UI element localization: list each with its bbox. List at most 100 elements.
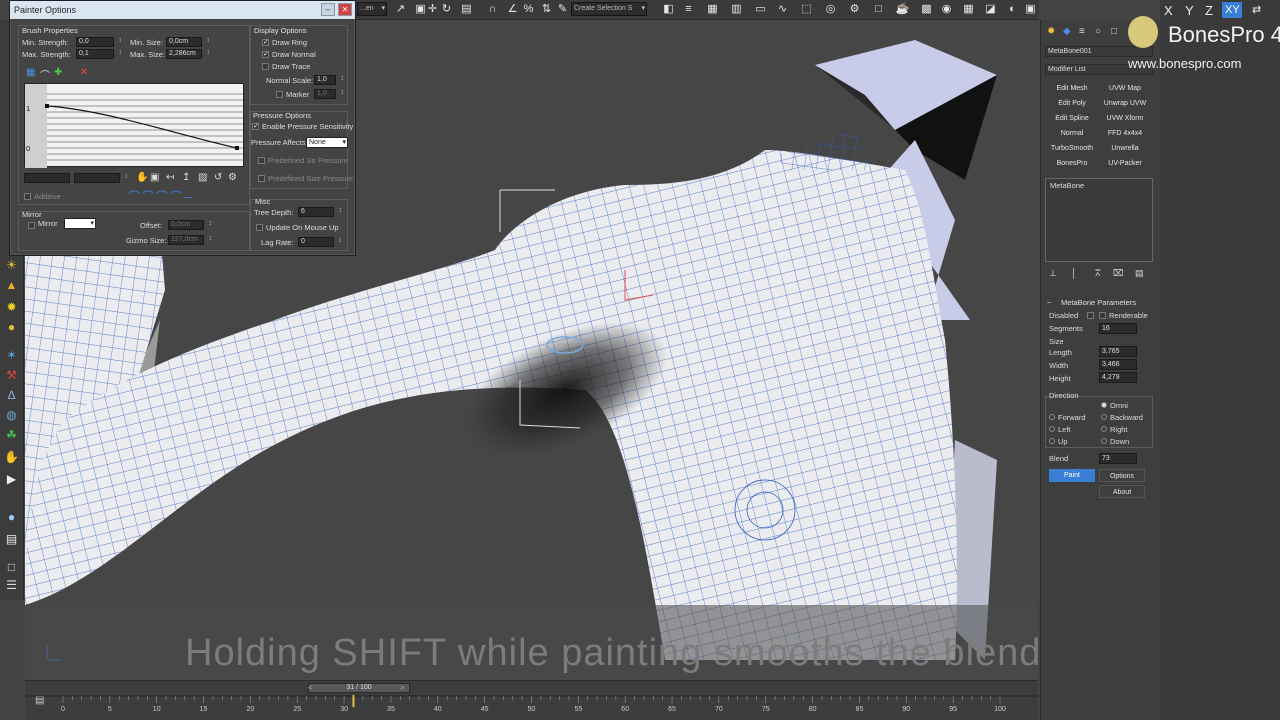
enable-pressure-checkbox[interactable]: ✓ xyxy=(252,123,259,130)
make-unique-icon[interactable]: ⩞ xyxy=(1095,268,1100,279)
paint-button[interactable]: Paint xyxy=(1049,469,1095,482)
curve-delete-icon[interactable]: ✕ xyxy=(80,67,88,78)
remove-modifier-icon[interactable]: ⌧ xyxy=(1113,268,1123,279)
scale-icon[interactable]: ▤ xyxy=(459,2,474,17)
marker-field[interactable]: 1,0 xyxy=(314,89,344,99)
zoom-region-icon[interactable]: ▨ xyxy=(198,172,207,183)
grid-icon[interactable]: ▩ xyxy=(919,2,934,17)
modifier-button-bonespro[interactable]: BonesPro xyxy=(1047,157,1097,170)
sun-icon[interactable]: ✹ xyxy=(4,300,19,315)
lag-rate-field[interactable]: 0 xyxy=(298,237,342,247)
options-button[interactable]: Options xyxy=(1099,469,1145,482)
material-editor-icon[interactable]: ◎ xyxy=(823,2,838,17)
zoom-horizontal-icon[interactable]: ↤ xyxy=(166,172,174,183)
display-tab-icon[interactable]: □ xyxy=(1111,26,1117,37)
length-field[interactable]: 3,765 xyxy=(1099,346,1137,357)
time-slider[interactable]: 31 / 100 xyxy=(308,683,410,693)
helper-icon[interactable]: ∆ xyxy=(4,388,19,403)
modifier-button-edit-spline[interactable]: Edit Spline xyxy=(1047,112,1097,125)
light-icon[interactable]: ☀ xyxy=(4,258,19,273)
next-frame-icon[interactable]: > xyxy=(400,683,404,692)
render-setup-icon[interactable]: ⚙ xyxy=(847,2,862,17)
max-strength-field[interactable]: 0,1 xyxy=(76,49,122,59)
gizmo-size-field[interactable]: 127,0cm xyxy=(168,235,212,245)
axis-y-button[interactable]: Y xyxy=(1185,3,1194,18)
forward-radio[interactable] xyxy=(1049,414,1055,420)
modifier-button-unwrella[interactable]: Unwrella xyxy=(1099,142,1151,155)
axis-z-button[interactable]: Z xyxy=(1205,3,1213,18)
minimize-icon[interactable]: – xyxy=(321,3,335,16)
mirror-axis-dropdown[interactable] xyxy=(64,218,96,229)
additive-checkbox[interactable] xyxy=(24,193,31,200)
checker-icon[interactable]: ▦ xyxy=(961,2,976,17)
configure-sets-icon[interactable]: ▤ xyxy=(1135,268,1144,279)
modifier-button-ffd[interactable]: FFD 4x4x4 xyxy=(1099,127,1151,140)
preset-curves-icon[interactable]: ⌒⌒⌒⌒─ xyxy=(128,188,195,205)
falloff-curve-graph[interactable] xyxy=(24,83,245,168)
width-field[interactable]: 3,466 xyxy=(1099,359,1137,370)
tool-icon[interactable]: ⚒ xyxy=(4,368,19,383)
update-on-mouse-up-checkbox[interactable] xyxy=(256,224,263,231)
min-size-field[interactable]: 0,0cm xyxy=(166,37,210,47)
pressure-affects-dropdown[interactable]: None xyxy=(306,137,348,148)
time-ruler[interactable]: 0 5 10 15 20 25 30 35 40 45 50 55 60 65 70 75 80 85 90 95 10… xyxy=(25,695,1038,720)
rendered-frame-icon[interactable]: □ xyxy=(871,2,886,17)
mirror-checkbox[interactable] xyxy=(28,222,35,229)
modifier-stack[interactable]: MetaBone xyxy=(1045,178,1153,262)
move-icon[interactable]: ✛ xyxy=(425,2,440,17)
named-selection-icon[interactable]: ✎ xyxy=(555,2,570,17)
modifier-button-edit-poly[interactable]: Edit Poly xyxy=(1047,97,1097,110)
schematic-view-icon[interactable]: ⬚ xyxy=(799,2,814,17)
predefined-size-checkbox[interactable] xyxy=(258,175,265,182)
motion-tab-icon[interactable]: ○ xyxy=(1095,26,1101,37)
plugin-icon[interactable]: ▣ xyxy=(1023,2,1038,17)
modifier-button-unwrap-uvw[interactable]: Unwrap UVW xyxy=(1099,97,1151,110)
curve-corner-icon[interactable]: ⌒ xyxy=(40,67,50,82)
particles-icon[interactable]: ✶ xyxy=(4,348,19,363)
up-radio[interactable] xyxy=(1049,438,1055,444)
modifier-button-edit-mesh[interactable]: Edit Mesh xyxy=(1047,82,1097,95)
marker-checkbox[interactable] xyxy=(276,91,283,98)
target-icon[interactable]: ◉ xyxy=(939,2,954,17)
down-radio[interactable] xyxy=(1101,438,1107,444)
select-icon[interactable]: ↗ xyxy=(393,2,408,17)
layers-icon[interactable]: ☰ xyxy=(4,578,19,593)
view-dropdown[interactable]: ...en xyxy=(357,2,387,16)
renderable-checkbox[interactable] xyxy=(1099,312,1106,319)
ribbon-icon[interactable]: ▭ xyxy=(753,2,768,17)
plant-icon[interactable]: ☘ xyxy=(4,428,19,443)
cone-icon[interactable]: ▲ xyxy=(4,278,19,293)
omni-radio[interactable] xyxy=(1101,402,1107,408)
metabone-parameters-title[interactable]: MetaBone Parameters xyxy=(1061,298,1136,307)
show-end-result-icon[interactable]: │ xyxy=(1071,268,1077,278)
right-radio[interactable] xyxy=(1101,426,1107,432)
curve-options-icon[interactable]: ⚙ xyxy=(228,172,237,183)
normal-scale-field[interactable]: 1,0 xyxy=(314,75,344,85)
percent-snap-icon[interactable]: % xyxy=(521,2,536,17)
curve-editor-icon[interactable]: ∿ xyxy=(775,2,790,17)
pin-stack-icon[interactable]: ⊥ xyxy=(1049,268,1057,279)
scene-explorer-icon[interactable]: ▦ xyxy=(705,2,720,17)
blend-field[interactable]: 73 xyxy=(1099,453,1137,464)
hand-icon[interactable]: ✋ xyxy=(4,450,19,465)
curve-y-field[interactable] xyxy=(74,173,128,183)
stack-item-metabone[interactable]: MetaBone xyxy=(1050,181,1084,190)
sphere-icon[interactable]: ● xyxy=(4,510,19,525)
expand-icon[interactable]: □ xyxy=(4,560,19,575)
spinner-snap-icon[interactable]: ⇅ xyxy=(539,2,554,17)
zoom-extents-icon[interactable]: ▣ xyxy=(150,172,159,183)
table-icon[interactable]: ▤ xyxy=(4,532,19,547)
draw-normal-checkbox[interactable]: ✓ xyxy=(262,51,269,58)
zoom-vertical-icon[interactable]: ↥ xyxy=(182,172,190,183)
sphere-light-icon[interactable]: ● xyxy=(4,320,19,335)
mirror-tool-icon[interactable]: ◧ xyxy=(661,2,676,17)
modifier-button-uvw-xform[interactable]: UVW Xform xyxy=(1099,112,1151,125)
pan-hand-icon[interactable]: ✋ xyxy=(136,172,148,183)
modifier-button-turbosmooth[interactable]: TurboSmooth xyxy=(1047,142,1097,155)
draw-trace-checkbox[interactable] xyxy=(262,63,269,70)
disabled-checkbox[interactable] xyxy=(1087,312,1094,319)
modifier-button-normal[interactable]: Normal xyxy=(1047,127,1097,140)
curve-tool-icon[interactable]: ▦ xyxy=(26,67,35,78)
backward-radio[interactable] xyxy=(1101,414,1107,420)
about-button[interactable]: About xyxy=(1099,485,1145,498)
